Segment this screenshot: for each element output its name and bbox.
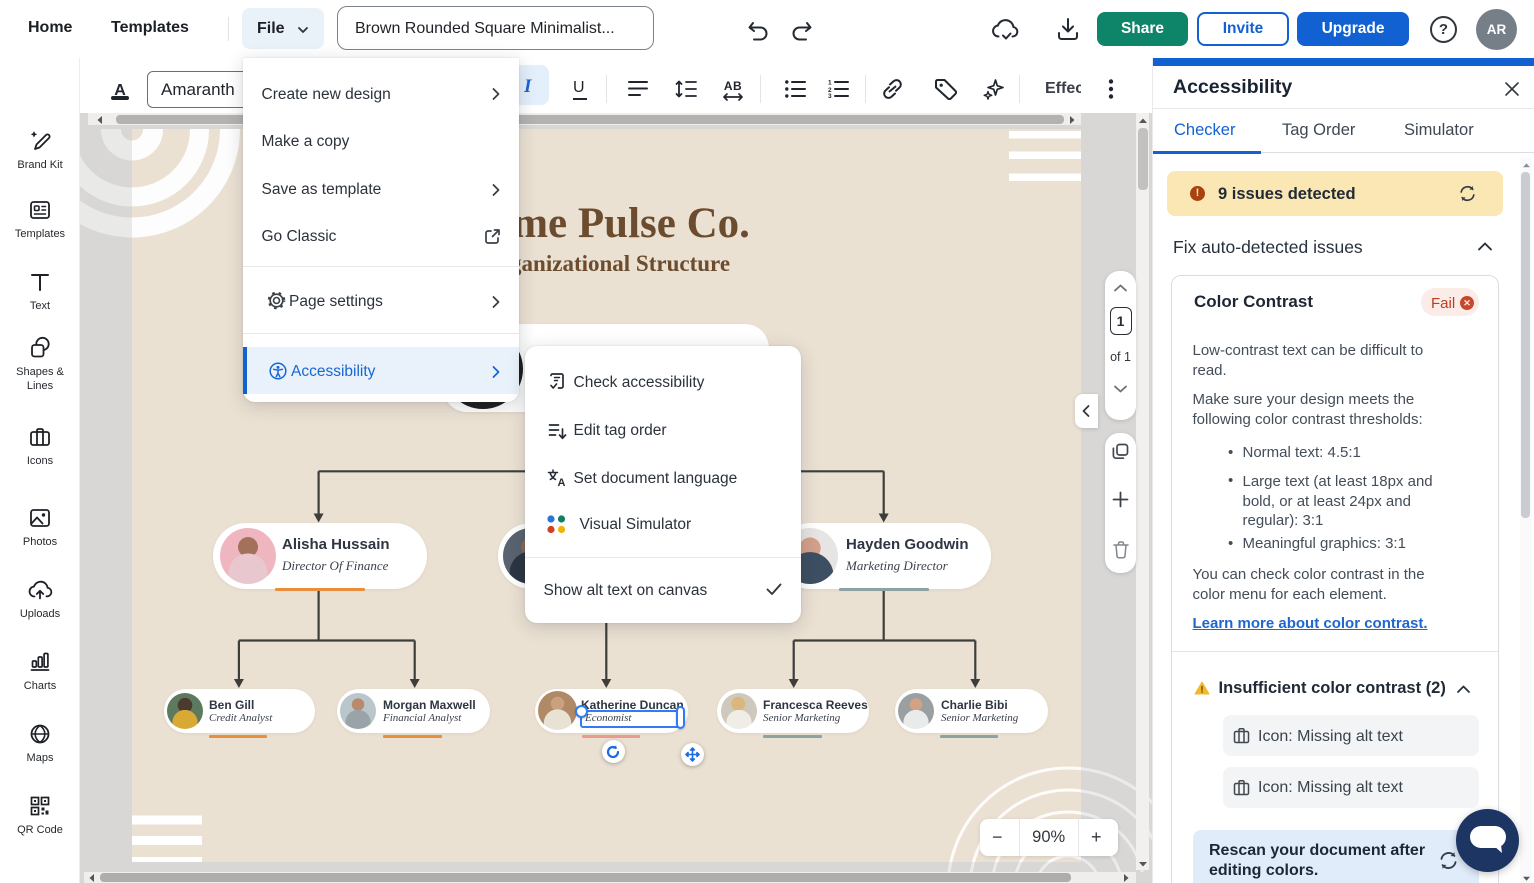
- svg-text:3: 3: [828, 93, 832, 98]
- svg-text:A: A: [557, 477, 565, 488]
- svg-text:1: 1: [828, 80, 832, 87]
